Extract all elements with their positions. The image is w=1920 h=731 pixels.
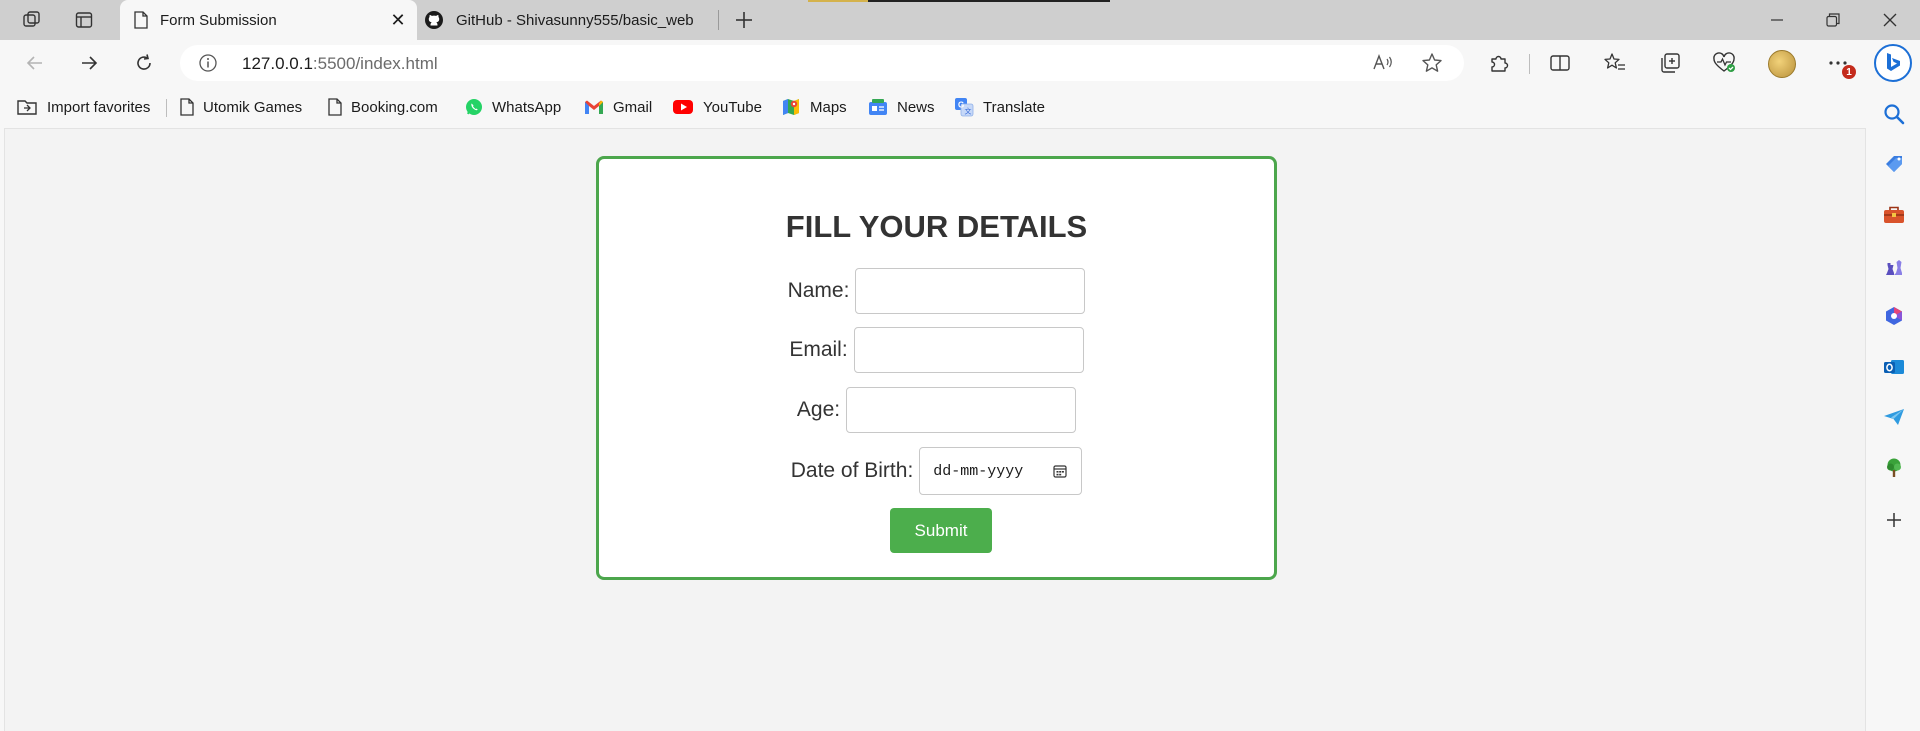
search-icon[interactable] [1880,100,1908,128]
page-icon [328,98,342,116]
name-label: Name: [787,279,850,302]
extensions-icon[interactable] [1482,47,1516,79]
form-title: FILL YOUR DETAILS [785,209,1088,244]
microsoft365-icon[interactable] [1880,302,1908,330]
email-label: Email: [789,338,848,361]
workspaces-icon[interactable] [16,6,48,34]
age-label: Age: [796,398,841,421]
url-text[interactable]: 127.0.0.1:5500/index.html [242,54,438,74]
close-tab-icon[interactable]: ✕ [387,10,409,31]
url-path: :5500/index.html [312,54,438,73]
youtube-icon [672,99,694,115]
edge-sidebar [1868,86,1920,731]
strip-accent [808,0,868,2]
favorite-label: News [897,98,935,116]
submit-button[interactable]: Submit [890,508,992,553]
dob-placeholder: dd-mm-yyyy [933,462,1024,480]
name-row: Name: [599,268,1274,314]
calendar-icon[interactable] [1053,464,1067,478]
tab-github[interactable]: GitHub - Shivasunny555/basic_web [422,0,712,40]
browser-toolbar: 127.0.0.1:5500/index.html 1 [0,40,1920,86]
copilot-icon[interactable] [1874,44,1912,82]
outlook-icon[interactable] [1880,353,1908,381]
favorite-gmail[interactable]: Gmail [584,96,652,118]
split-screen-icon[interactable] [1543,47,1577,79]
collections-icon[interactable] [1653,47,1687,79]
tab-actions-icon[interactable] [68,6,100,34]
add-sidebar-app-icon[interactable] [1880,506,1908,534]
site-info-icon[interactable] [198,53,218,78]
import-icon [16,97,38,117]
refresh-icon[interactable] [127,47,161,79]
send-telegram-icon[interactable] [1880,403,1908,431]
favorite-whatsapp[interactable]: WhatsApp [465,96,561,118]
back-icon[interactable] [18,47,52,79]
tab-strip: Form Submission ✕ GitHub - Shivasunny555… [0,0,1920,40]
strip-accent [868,0,1110,2]
games-chess-icon[interactable] [1880,252,1908,280]
favorite-label: Booking.com [351,98,438,116]
tab-form-submission[interactable]: Form Submission ✕ [120,0,417,40]
forward-icon[interactable] [72,47,106,79]
favorites-divider [166,99,167,117]
browser-essentials-icon[interactable] [1707,47,1741,79]
maps-icon [781,97,801,117]
page-icon [180,98,194,116]
favorite-booking[interactable]: Booking.com [328,96,438,118]
dob-row: Date of Birth: dd-mm-yyyy [599,447,1274,495]
notification-badge: 1 [1842,65,1856,79]
favorite-label: Translate [983,98,1045,116]
restore-icon[interactable] [1805,0,1861,40]
read-aloud-icon[interactable] [1370,51,1396,75]
tree-icon[interactable] [1880,454,1908,482]
tab-title: GitHub - Shivasunny555/basic_web [456,11,694,29]
tab-divider [718,10,719,30]
favorite-label: Utomik Games [203,98,303,116]
tab-title: Form Submission [160,11,277,29]
dob-label: Date of Birth: [790,459,914,482]
gmail-icon [584,99,604,115]
favorite-utomik[interactable]: Utomik Games [180,96,302,118]
github-icon [424,10,444,30]
address-bar[interactable]: 127.0.0.1:5500/index.html [180,45,1464,81]
toolbar-divider [1529,54,1530,74]
whatsapp-icon [465,98,483,116]
age-input[interactable] [846,387,1077,433]
minimize-icon[interactable] [1749,0,1805,40]
shopping-tag-icon[interactable] [1880,150,1908,178]
favorite-translate[interactable]: G文 Translate [954,96,1045,118]
svg-text:G: G [958,101,964,110]
favorite-youtube[interactable]: YouTube [672,96,762,118]
name-input[interactable] [855,268,1086,314]
svg-text:文: 文 [965,107,972,116]
new-tab-icon[interactable] [728,5,760,35]
email-row: Email: [599,327,1274,373]
translate-icon: G文 [954,97,974,117]
close-window-icon[interactable] [1862,0,1918,40]
dob-date-input[interactable]: dd-mm-yyyy [919,447,1083,495]
favorite-news[interactable]: News [868,96,935,118]
favorite-maps[interactable]: Maps [781,96,847,118]
tools-briefcase-icon[interactable] [1880,201,1908,229]
favorite-star-icon[interactable] [1419,51,1445,75]
favorite-label: Import favorites [47,98,151,116]
favorite-label: YouTube [703,98,762,116]
favorites-icon[interactable] [1598,47,1632,79]
url-host: 127.0.0.1 [242,54,313,73]
email-input[interactable] [853,327,1084,373]
favorites-bar: Import favorites Utomik Games Booking.co… [0,86,1868,126]
favorite-label: WhatsApp [492,98,562,116]
favorite-label: Maps [810,98,847,116]
favorite-label: Gmail [613,98,653,116]
age-row: Age: [599,387,1274,433]
page-viewport: FILL YOUR DETAILS Name: Email: Age: Date… [4,128,1866,731]
profile-avatar[interactable] [1768,50,1796,78]
page-icon [134,11,148,29]
news-icon [868,98,888,116]
favorite-import[interactable]: Import favorites [16,96,150,118]
form-card: FILL YOUR DETAILS Name: Email: Age: Date… [596,156,1277,580]
